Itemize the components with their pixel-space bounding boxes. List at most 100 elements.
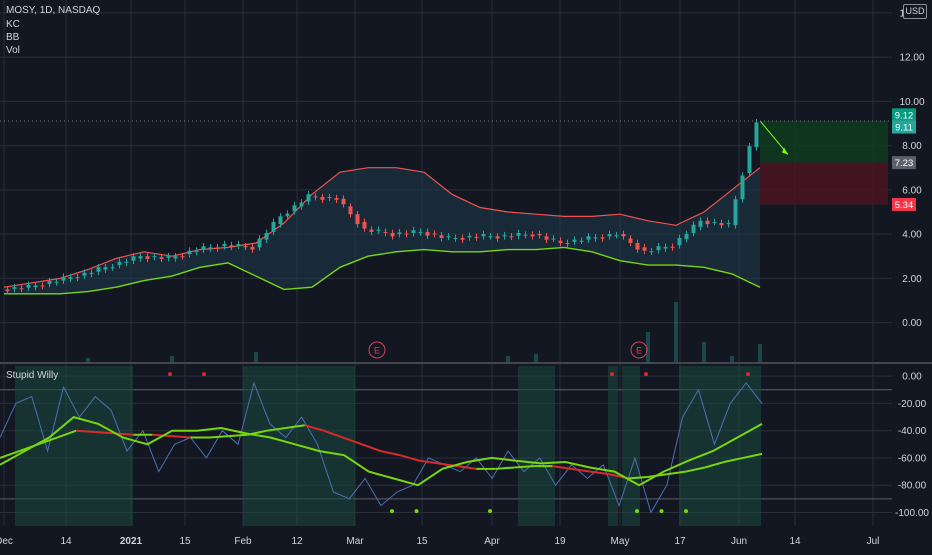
candle-body (75, 277, 80, 279)
osc-top-marker (202, 372, 206, 377)
candle-body (460, 237, 465, 240)
price-label: 9.11 (895, 123, 913, 134)
candle-body (467, 235, 472, 238)
x-tick-label: Dec (0, 536, 13, 547)
chart-canvas[interactable]: Dec 14 2021 15 Feb 12 Mar 15 Apr 19 May 17 Jun 14 Jul 1… (0, 0, 932, 550)
candle-body (222, 244, 227, 247)
legend-kc[interactable]: KC (6, 19, 20, 30)
osc-bottom-marker (659, 509, 664, 514)
candle-body (383, 231, 388, 233)
candle-body (502, 235, 507, 237)
candle-body (530, 234, 535, 237)
candle-body (5, 289, 10, 292)
candle-body (642, 247, 647, 251)
osc-tick-label: -60.00 (898, 453, 927, 464)
price-label: 7.23 (895, 158, 914, 169)
candle-body (33, 285, 38, 288)
candle-body (201, 246, 206, 250)
candle-body (663, 246, 668, 249)
stop-zone (760, 162, 888, 205)
y-tick-label: 6.00 (902, 185, 922, 196)
candle-body (68, 277, 73, 279)
candle-body (537, 234, 542, 236)
candle-body (670, 246, 675, 248)
candle-body (229, 245, 234, 247)
x-tick-label: 14 (60, 536, 72, 547)
candle-body (26, 284, 31, 288)
candle-body (376, 229, 381, 231)
candle-body (516, 232, 521, 236)
candle-body (544, 236, 549, 240)
signal-line-segment (76, 429, 96, 434)
legend-bb[interactable]: BB (6, 32, 19, 43)
volume-bar (254, 352, 258, 362)
candle-body (264, 232, 269, 240)
candle-body (355, 214, 360, 225)
candle-body (747, 146, 752, 174)
x-tick-label: Feb (234, 536, 252, 547)
candle-body (145, 256, 150, 259)
candle-body (271, 221, 276, 232)
candle-body (404, 233, 409, 235)
candle-body (173, 256, 178, 259)
candle-body (558, 240, 563, 243)
y-tick-label: 4.00 (902, 230, 922, 241)
oscillator-pane-title[interactable]: Stupid Willy (6, 370, 58, 381)
osc-highlight-band (622, 366, 640, 526)
candle-body (138, 256, 143, 259)
osc-tick-label: 0.00 (902, 372, 922, 383)
candle-body (572, 239, 577, 242)
candle-body (215, 247, 220, 249)
candle-body (194, 250, 199, 252)
candle-body (278, 216, 283, 225)
candle-body (348, 206, 353, 215)
osc-bottom-marker (414, 509, 419, 514)
candle-body (82, 272, 87, 276)
candle-body (152, 256, 157, 258)
legend-vol[interactable]: Vol (6, 45, 20, 56)
candle-body (593, 237, 598, 239)
signal-line-segment (171, 435, 191, 439)
x-tick-label: Mar (346, 536, 364, 547)
candle-body (54, 281, 59, 283)
candle-body (292, 205, 297, 212)
osc-top-marker (746, 372, 750, 377)
candle-body (369, 229, 374, 232)
y-tick-label: 2.00 (902, 274, 922, 285)
osc-top-marker (168, 372, 172, 377)
candle-body (523, 234, 528, 236)
candle-body (313, 196, 318, 198)
candle-body (481, 234, 486, 237)
candle-body (719, 223, 724, 226)
candle-body (89, 272, 94, 274)
candle-body (495, 236, 500, 239)
candle-body (327, 197, 332, 199)
candle-body (446, 236, 451, 238)
candle-body (649, 251, 654, 253)
candle-body (362, 221, 367, 229)
candle-body (110, 267, 115, 269)
candle-body (628, 238, 633, 243)
price-label: 9.12 (895, 110, 914, 121)
candle-body (243, 246, 248, 248)
x-tick-label: Jul (867, 536, 880, 547)
x-tick-label: 12 (291, 536, 303, 547)
candle-body (124, 261, 129, 263)
osc-tick-label: -20.00 (898, 399, 927, 410)
x-tick-label: 15 (179, 536, 191, 547)
osc-top-marker (610, 372, 614, 377)
candle-body (180, 256, 185, 258)
target-zone (760, 120, 888, 163)
candle-body (607, 234, 612, 237)
candle-body (390, 232, 395, 237)
candle-body (250, 246, 255, 250)
osc-bottom-marker (684, 509, 688, 514)
currency-badge[interactable]: USD (903, 4, 927, 19)
earnings-event-label: E (374, 346, 380, 356)
candle-body (733, 199, 738, 226)
candle-body (684, 234, 689, 240)
candle-body (600, 237, 605, 239)
volume-bar (534, 354, 538, 362)
x-tick-label: 14 (789, 536, 801, 547)
candle-body (19, 288, 24, 290)
